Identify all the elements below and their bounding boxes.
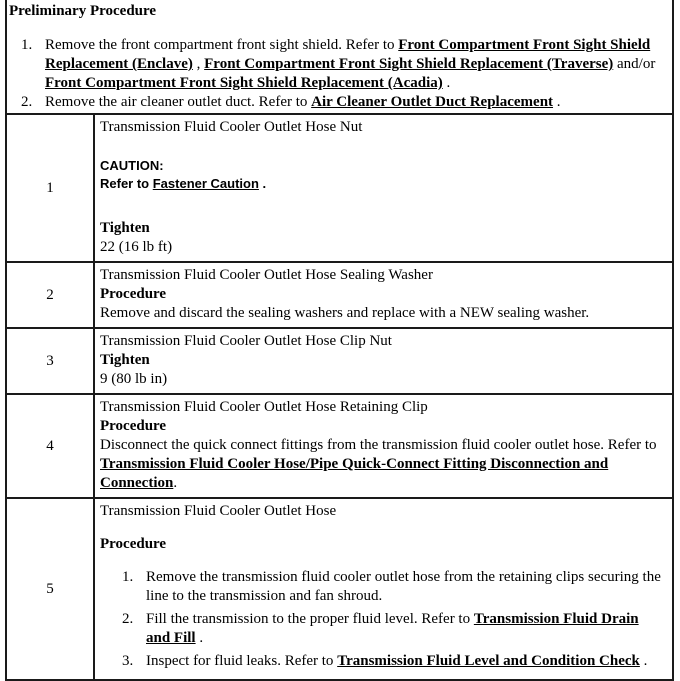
step-content: Transmission Fluid Cooler Outlet Hose Cl… [93,327,674,395]
list-item-text: Inspect for fluid leaks. Refer to [146,653,338,669]
step-number: 3 [5,327,95,395]
caution-text: Refer to Fastener Caution . [100,175,666,193]
procedure-label: Procedure [100,286,167,302]
procedure-substeps-list: 1. Remove the transmission fluid cooler o… [100,568,666,671]
list-item: 2. Remove the air cleaner outlet duct. Re… [9,93,664,112]
caution-prefix: Refer to [100,176,153,191]
list-marker: 1. [122,569,134,585]
procedure-text: Remove and discard the sealing washers a… [100,305,590,321]
component-title: Transmission Fluid Cooler Outlet Hose Nu… [100,119,363,135]
step-content: Transmission Fluid Cooler Outlet Hose Pr… [93,497,674,681]
step-number: 2 [5,261,95,329]
list-item-tail: . [553,94,561,110]
table-row: 2 Transmission Fluid Cooler Outlet Hose … [5,261,674,329]
table-row: 4 Transmission Fluid Cooler Outlet Hose … [5,393,674,499]
component-title: Transmission Fluid Cooler Outlet Hose Re… [100,399,428,415]
list-item: 1. Remove the front compartment front sig… [9,36,664,93]
caution-block: CAUTION: Refer to Fastener Caution . [100,157,666,193]
service-procedure-page: Preliminary Procedure 1. Remove the front… [0,0,680,681]
list-item-tail: . [442,75,451,91]
step-content: Transmission Fluid Cooler Outlet Hose Re… [93,393,674,499]
procedure-steps-table: 1 Transmission Fluid Cooler Outlet Hose … [5,113,674,681]
list-item-text: Remove the transmission fluid cooler out… [146,569,661,604]
tighten-label: Tighten [100,352,150,368]
table-row: 5 Transmission Fluid Cooler Outlet Hose … [5,497,674,681]
list-item-separator-2: and/or [613,56,656,72]
list-marker: 2. [122,611,134,627]
list-item-separator: , [192,56,205,72]
tighten-label: Tighten [100,220,150,236]
list-item: 2. Fill the transmission to the proper fl… [100,610,666,648]
caution-suffix: . [258,176,267,191]
list-item: 3. Inspect for fluid leaks. Refer to Tran… [100,652,666,671]
list-item-text: Remove the air cleaner outlet duct. Refe… [45,94,312,110]
procedure-suffix: . [173,475,178,491]
list-item-text: Remove the front compartment front sight… [45,37,399,53]
table-row: 1 Transmission Fluid Cooler Outlet Hose … [5,113,674,263]
component-title: Transmission Fluid Cooler Outlet Hose Se… [100,267,433,283]
step-content: Transmission Fluid Cooler Outlet Hose Se… [93,261,674,329]
step-content: Transmission Fluid Cooler Outlet Hose Nu… [93,113,674,263]
component-title: Transmission Fluid Cooler Outlet Hose Cl… [100,333,392,349]
procedure-prefix: Disconnect the quick connect fittings fr… [100,437,657,453]
step-number: 4 [5,393,95,499]
table-row: 3 Transmission Fluid Cooler Outlet Hose … [5,327,674,395]
step-number: 1 [5,113,95,263]
tighten-value: 22 (16 lb ft) [100,239,173,255]
procedure-text: Disconnect the quick connect fittings fr… [100,436,666,493]
procedure-label: Procedure [100,536,167,552]
link-front-sight-shield-traverse[interactable]: Front Compartment Front Sight Shield Rep… [204,56,613,72]
list-marker: 2. [21,94,33,110]
link-air-cleaner-outlet-duct-replacement[interactable]: Air Cleaner Outlet Duct Replacement [311,94,553,110]
component-title: Transmission Fluid Cooler Outlet Hose [100,503,337,519]
page-title: Preliminary Procedure [9,3,157,19]
tighten-value: 9 (80 lb in) [100,371,168,387]
link-transmission-fluid-level-condition-check[interactable]: Transmission Fluid Level and Condition C… [337,653,640,669]
procedure-label: Procedure [100,418,167,434]
list-item-tail: . [639,653,648,669]
step-number: 5 [5,497,95,681]
caution-label: CAUTION: [100,158,164,173]
list-item: 1. Remove the transmission fluid cooler o… [100,568,666,606]
list-marker: 3. [122,653,134,669]
link-front-sight-shield-acadia[interactable]: Front Compartment Front Sight Shield Rep… [45,75,443,91]
list-marker: 1. [21,37,33,53]
list-item-tail: . [195,630,204,646]
link-fastener-caution[interactable]: Fastener Caution [153,176,259,191]
list-item-text: Fill the transmission to the proper flui… [146,611,474,627]
preliminary-procedure-list: 1. Remove the front compartment front sig… [9,36,664,112]
